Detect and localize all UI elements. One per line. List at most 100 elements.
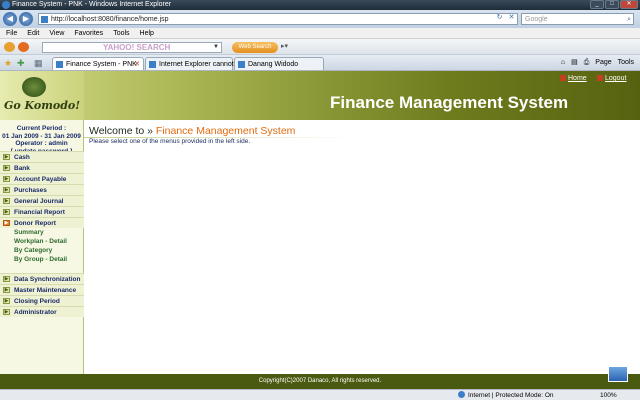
sidebar-item-financial-report[interactable]: ▶ Financial Report <box>0 206 84 217</box>
welcome-heading: Welcome to » Finance Management System <box>89 125 295 137</box>
address-url[interactable]: http://localhost:8080/finance/home.jsp <box>51 15 169 24</box>
submenu-item-label: By Category <box>14 247 53 254</box>
expand-arrow-icon: ▶ <box>3 276 10 282</box>
close-button[interactable]: ✕ <box>620 0 638 9</box>
submenu-item-label: By Group - Detail <box>14 256 68 263</box>
submenu-item-by-category[interactable]: By Category <box>0 246 84 255</box>
yahoo-search-input[interactable]: YAHOO! SEARCH ▼ <box>42 42 222 53</box>
command-bar: ⌂ ▤ ⎙ Page Tools <box>561 58 634 68</box>
sidebar-item-label: Purchases <box>14 187 47 194</box>
expand-arrow-icon: ▶ <box>3 165 10 171</box>
security-zone[interactable]: Internet | Protected Mode: On <box>458 391 554 400</box>
address-bar[interactable]: http://localhost:8080/finance/home.jsp <box>38 13 518 25</box>
chevron-down-icon[interactable]: ▼ <box>213 43 219 52</box>
toolbar-options-icon[interactable]: ▸▾ <box>281 42 288 52</box>
menu-view[interactable]: View <box>49 28 64 38</box>
sidebar-item-cash[interactable]: ▶ Cash <box>0 151 84 162</box>
web-search-button[interactable]: Web Search <box>232 42 278 53</box>
yahoo-y-icon[interactable] <box>4 42 15 52</box>
main-content: Welcome to » Finance Management System P… <box>84 120 640 374</box>
app-header: Go Komodo! Home Logout Finance Managemen… <box>0 71 640 120</box>
home-icon[interactable]: ⌂ <box>561 58 565 68</box>
search-input[interactable]: Google ⌕ <box>521 13 634 25</box>
submenu-item-summary[interactable]: Summary <box>0 228 84 237</box>
tools-menu[interactable]: Tools <box>618 58 634 68</box>
page-favicon-icon <box>41 16 48 23</box>
close-tab-icon[interactable]: ✕ <box>134 60 140 69</box>
period-info: Current Period : 01 Jan 2009 - 31 Jan 20… <box>0 120 83 155</box>
tab-row: ★ ✚ ▦ Finance System - PNK ✕ Internet Ex… <box>0 55 640 71</box>
menu-edit[interactable]: Edit <box>27 28 39 38</box>
tab-finance-system[interactable]: Finance System - PNK ✕ <box>52 57 144 70</box>
forward-button[interactable]: ▶ <box>19 12 33 26</box>
expand-arrow-icon: ▶ <box>3 287 10 293</box>
yahoo-search-logo: YAHOO! SEARCH <box>103 43 171 52</box>
logout-link-label: Logout <box>605 75 627 82</box>
tab-ie-cannot[interactable]: Internet Explorer cannot di... <box>145 57 247 70</box>
add-favorites-icon[interactable]: ✚ <box>17 58 25 68</box>
sidebar-item-label: Cash <box>14 154 30 161</box>
sidebar-item-account-payable[interactable]: ▶ Account Payable <box>0 173 84 184</box>
expand-arrow-icon: ▶ <box>3 309 10 315</box>
logout-icon <box>597 75 603 81</box>
sidebar-item-general-journal[interactable]: ▶ General Journal <box>0 195 84 206</box>
print-icon[interactable]: ⎙ <box>584 58 590 68</box>
expand-arrow-icon: ▶ <box>3 298 10 304</box>
zoom-level[interactable]: 100% <box>600 391 617 400</box>
menu-bar: File Edit View Favorites Tools Help <box>0 28 640 39</box>
back-button[interactable]: ◀ <box>3 12 17 26</box>
sidebar-item-administrator[interactable]: ▶ Administrator <box>0 306 84 317</box>
home-icon <box>560 75 566 81</box>
sidebar-item-label: Master Maintenance <box>14 287 77 294</box>
app-title: Finance Management System <box>330 93 569 112</box>
sidebar-item-donor-report[interactable]: ▶ Donor Report <box>0 217 84 228</box>
sidebar-item-label: Account Payable <box>14 176 67 183</box>
stop-icon[interactable]: ✕ <box>507 13 516 22</box>
sidebar-item-master-maintenance[interactable]: ▶ Master Maintenance <box>0 284 84 295</box>
zone-text: Internet | Protected Mode: On <box>468 392 554 399</box>
menu-file[interactable]: File <box>6 28 17 38</box>
tab-label: Finance System - PNK <box>66 61 137 68</box>
menu-tools[interactable]: Tools <box>113 28 129 38</box>
submenu-item-workplan-detail[interactable]: Workplan - Detail <box>0 237 84 246</box>
ie-icon <box>2 1 10 9</box>
window-controls: _ □ ✕ <box>590 0 638 10</box>
tab-favicon-icon <box>149 61 156 68</box>
sidebar-item-closing-period[interactable]: ▶ Closing Period <box>0 295 84 306</box>
refresh-icon[interactable]: ↻ <box>495 13 504 22</box>
tab-favicon-icon <box>238 61 245 68</box>
expand-arrow-icon: ▶ <box>3 198 10 204</box>
tab-danang-widodo[interactable]: Danang Widodo <box>234 57 324 70</box>
scroll-top-icon[interactable] <box>608 366 628 382</box>
page-menu[interactable]: Page <box>595 58 611 68</box>
maximize-button[interactable]: □ <box>605 0 619 9</box>
sidebar-item-label: Data Synchronization <box>14 276 81 283</box>
window-title-bar: Finance System - PNK - Windows Internet … <box>0 0 640 10</box>
sidebar-item-data-synchronization[interactable]: ▶ Data Synchronization <box>0 273 84 284</box>
favorites-star-icon[interactable]: ★ <box>4 58 12 68</box>
sidebar-item-purchases[interactable]: ▶ Purchases <box>0 184 84 195</box>
expand-arrow-icon: ▶ <box>3 187 10 193</box>
tab-list-icon[interactable]: ▦ <box>34 58 43 68</box>
menu-help[interactable]: Help <box>140 28 154 38</box>
app-logo[interactable]: Go Komodo! <box>0 71 84 120</box>
sidebar-item-label: Financial Report <box>14 209 65 216</box>
copyright-text: Copyright(C)2007 Danaco, All rights rese… <box>258 378 382 384</box>
search-icon[interactable]: ⌕ <box>627 15 631 24</box>
sidebar-item-label: General Journal <box>14 198 64 205</box>
logout-link[interactable]: Logout <box>597 75 626 83</box>
instruction-text: Please select one of the menus provided … <box>89 138 251 145</box>
yahoo-mail-icon[interactable] <box>18 42 29 52</box>
submenu-item-by-group-detail[interactable]: By Group - Detail <box>0 255 84 264</box>
logo-text: Go Komodo! <box>4 99 81 112</box>
sidebar-menu: ▶ Cash ▶ Bank ▶ Account Payable ▶ Purchases … <box>0 151 84 317</box>
menu-favorites[interactable]: Favorites <box>74 28 103 38</box>
search-placeholder: Google <box>525 16 548 23</box>
donor-report-submenu: Summary Workplan - Detail By Category By… <box>0 228 84 264</box>
home-link[interactable]: Home <box>560 75 587 83</box>
sidebar-item-bank[interactable]: ▶ Bank <box>0 162 84 173</box>
feeds-icon[interactable]: ▤ <box>571 58 578 68</box>
minimize-button[interactable]: _ <box>590 0 604 9</box>
operator-label: Operator : admin <box>15 140 68 147</box>
expand-arrow-icon: ▶ <box>3 176 10 182</box>
